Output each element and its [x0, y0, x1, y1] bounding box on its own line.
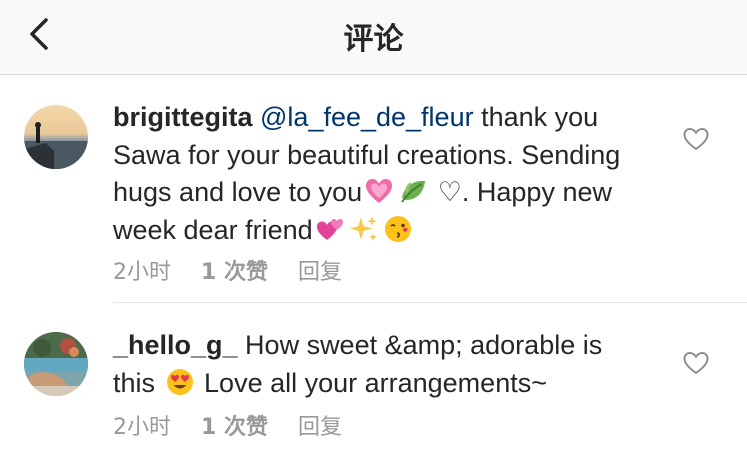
- heart-outline-icon: [683, 127, 709, 151]
- sparkles-icon: [349, 214, 379, 244]
- avatar-image: [24, 105, 88, 169]
- comment-meta: 2小时 1 次赞 回复: [113, 254, 372, 286]
- reply-button[interactable]: 回复: [298, 260, 342, 285]
- page-title: 评论: [343, 22, 404, 57]
- comment-time: 2小时: [113, 260, 171, 285]
- avatar[interactable]: [24, 105, 88, 169]
- comment-divider: [113, 302, 747, 303]
- avatar[interactable]: [24, 332, 88, 396]
- heart-outline-icon: [683, 351, 709, 375]
- heart-eyes-face-icon: [165, 367, 195, 397]
- comment-time: 2小时: [113, 415, 171, 440]
- comment-mention[interactable]: @la_fee_de_fleur: [260, 102, 474, 132]
- like-button[interactable]: [682, 125, 710, 153]
- comment-text: Love all your arrangements~: [196, 367, 547, 398]
- sparkling-heart-icon: [364, 176, 394, 206]
- comment-body: brigittegita @la_fee_de_fleur thank you …: [113, 99, 633, 249]
- comment-item: brigittegita @la_fee_de_fleur thank you …: [0, 88, 747, 302]
- comment-body: _hello_g_ How sweet &amp; adorable is th…: [113, 327, 633, 402]
- comment-item: _hello_g_ How sweet &amp; adorable is th…: [0, 310, 747, 452]
- two-hearts-icon: [315, 214, 345, 244]
- reply-button[interactable]: 回复: [298, 415, 342, 440]
- comments-page: 评论 brigittegita @la_fee_de_fleur thank y…: [0, 0, 747, 452]
- comment-username[interactable]: brigittegita: [113, 102, 253, 132]
- avatar-image: [24, 332, 88, 396]
- comment-likes[interactable]: 1 次赞: [201, 260, 268, 285]
- kissing-face-icon: [383, 214, 413, 244]
- like-button[interactable]: [682, 349, 710, 377]
- leaf-icon: [398, 176, 428, 206]
- comment-username[interactable]: _hello_g_: [113, 330, 238, 360]
- header-bar: 评论: [0, 0, 747, 75]
- comment-meta: 2小时 1 次赞 回复: [113, 409, 372, 441]
- comment-likes[interactable]: 1 次赞: [201, 415, 268, 440]
